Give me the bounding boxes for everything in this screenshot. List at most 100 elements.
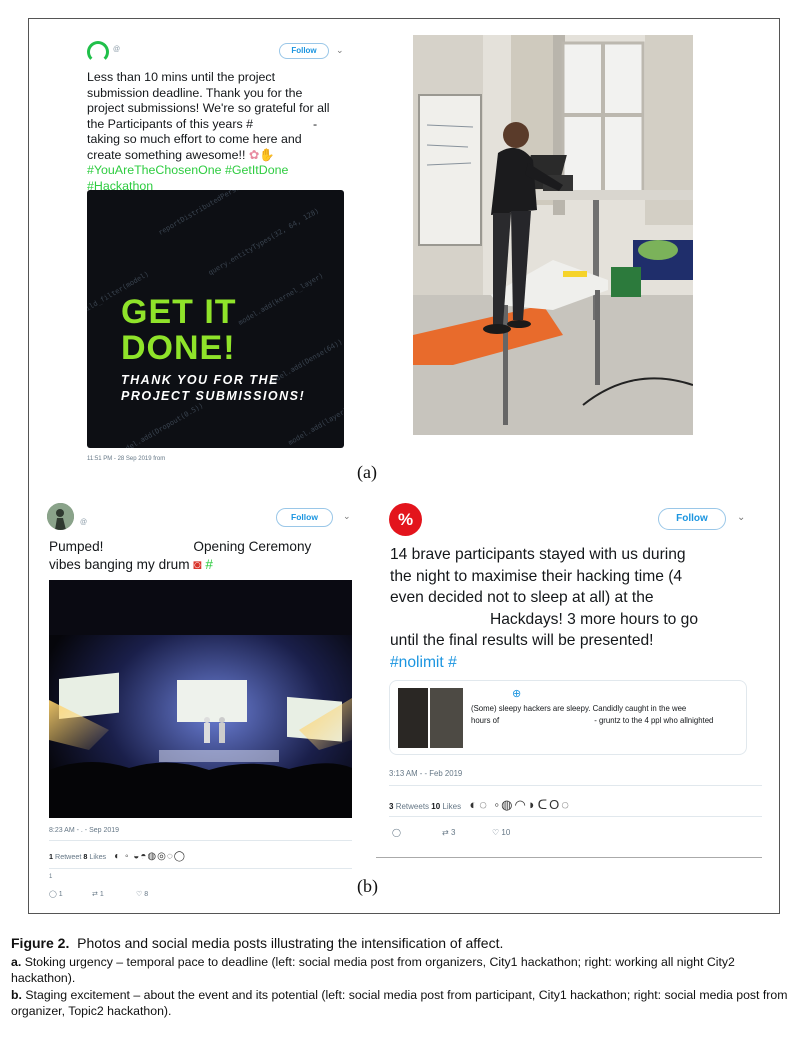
follow-button[interactable]: Follow [658, 508, 726, 530]
tweet-text-line: project submissions! We're so grateful f… [87, 101, 330, 115]
like-action[interactable]: ♡ 8 [136, 890, 148, 898]
tweet-text-line: 14 brave participants stayed with us dur… [390, 546, 686, 563]
caption-item-label: a. [11, 954, 22, 969]
tweet-text-line: Less than 10 mins until the project [87, 70, 276, 84]
image-headline: GET IT DONE! [121, 294, 237, 366]
tweet-text-line: Pumped! Opening Ceremony [49, 538, 359, 556]
avatar-image [47, 503, 74, 530]
hashtag-line[interactable]: #nolimit # [390, 652, 750, 674]
code-texture: query.entityTypes(32, 64, 128) [207, 206, 321, 277]
tweet-timestamp[interactable]: 8:23 AM - . - Sep 2019 [49, 827, 119, 834]
participant-avatar[interactable] [47, 503, 74, 530]
image-headline-line: DONE! [121, 329, 236, 367]
chevron-down-icon[interactable]: ⌄ [737, 512, 745, 523]
tweet-username[interactable]: @ [80, 519, 87, 526]
caption-item-a: a. Stoking urgency – temporal pace to de… [11, 954, 796, 987]
tweet-text-line: taking so much effort to come here and [87, 132, 302, 146]
image-subheadline-line: THANK YOU FOR THE [121, 373, 279, 387]
organizer-avatar[interactable]: % [389, 503, 422, 536]
tweet-username[interactable]: @ [113, 46, 120, 53]
reply-icon: ◯ [49, 891, 57, 898]
clap-emoji-icon: ✋ [259, 147, 275, 162]
card-text: (Some) sleepy hackers are sleepy. Candid… [471, 703, 741, 727]
liker-avatars[interactable]: ◐◌ ◦◍◠◗ᑕO◌ [469, 797, 571, 812]
retweet-icon: ⇄ [442, 828, 449, 837]
tweet-text-span: Opening Ceremony [193, 539, 312, 554]
tweet-text-line: the night to maximise their hacking time… [390, 567, 683, 585]
card-thumbnail [398, 688, 428, 748]
like-count: 10 [501, 828, 511, 837]
follow-button[interactable]: Follow [276, 508, 333, 527]
tweet-text-line: until the final results will be presente… [390, 632, 654, 649]
like-label: Likes [442, 802, 462, 811]
reply-count: 1 [58, 891, 63, 898]
tweet-text: 14 brave participants stayed with us dur… [390, 544, 750, 673]
caption-item-label: b. [11, 987, 22, 1002]
caption-title: Figure 2. Photos and social media posts … [11, 935, 796, 952]
reply-icon: ◯ [392, 828, 401, 837]
retweet-icon: ⇄ [92, 891, 98, 898]
image-subheadline: THANK YOU FOR THE PROJECT SUBMISSIONS! [121, 372, 305, 404]
hacker-working-night-photo [413, 35, 693, 435]
retweet-label: Retweets [395, 802, 430, 811]
retweet-label: Retweet [55, 852, 82, 861]
heart-icon: ♡ [492, 828, 500, 837]
retweet-action[interactable]: ⇄ 3 [442, 828, 455, 837]
tweet-text-span: Pumped! [49, 539, 104, 554]
tweet-text-line: vibes banging my drum ◙ # [49, 556, 359, 574]
chevron-down-icon[interactable]: ⌄ [336, 45, 344, 56]
like-count[interactable]: 10 [431, 802, 440, 811]
like-count[interactable]: 8 [83, 852, 87, 861]
chevron-down-icon[interactable]: ⌄ [343, 511, 351, 522]
tweet-text-line: the Participants of this years # - [87, 116, 318, 131]
card-text-line: (Some) sleepy hackers are sleepy. Candid… [471, 704, 687, 713]
tweet-text-span: vibes banging my drum [49, 557, 190, 572]
hashtag-link[interactable]: # [205, 557, 213, 572]
hashtag-line[interactable]: #YouAreTheChosenOne #GetItDone [87, 163, 357, 179]
code-texture: model.add(kernel_layer) [237, 271, 325, 327]
tweet-timestamp[interactable]: 11:51 PM - 28 Sep 2019 from [87, 456, 165, 462]
quoted-tweet-card[interactable]: ⊕ (Some) sleepy hackers are sleepy. Cand… [389, 680, 747, 755]
drum-emoji-icon: ◙ [193, 557, 202, 572]
figure-label: Figure 2. [11, 935, 70, 951]
reply-action[interactable]: ◯ [392, 828, 401, 837]
brain-emoji-icon: ✿ [245, 147, 260, 162]
tweet-text-line: Hackdays! 3 more hours to go [490, 610, 699, 628]
tweet-text-span: the Participants of this years # [87, 116, 253, 131]
tweet-text-span: create something awesome!! [87, 147, 246, 162]
like-count: 8 [144, 891, 149, 898]
tweet-text-line: create something awesome!! ✿✋ [87, 148, 357, 164]
card-text-span: hours of [471, 716, 500, 725]
figure-caption: Figure 2. Photos and social media posts … [11, 935, 796, 1020]
engagement-counts: 3 Retweets 10 Likes ◐◌ ◦◍◠◗ᑕO◌ [389, 797, 571, 813]
divider [49, 840, 352, 841]
code-texture: model.add(Dropout(0.5)) [117, 401, 205, 448]
panel-label-b: (b) [357, 876, 378, 896]
card-text-span: - gruntz to the 4 ppl who allnighted [594, 716, 714, 725]
globe-icon: ⊕ [512, 688, 522, 700]
tweet-text-line: even decided not to sleep at all) at the [390, 589, 654, 606]
follow-button[interactable]: Follow [279, 43, 329, 59]
figure-title: Photos and social media posts illustrati… [77, 935, 504, 951]
retweet-count: 3 [450, 828, 456, 837]
get-it-done-image[interactable]: reportDistributedPerson(); ourRegistry q… [87, 190, 344, 448]
code-texture: model.add(layer) [287, 406, 344, 447]
like-action[interactable]: ♡ 10 [492, 828, 510, 837]
retweet-count[interactable]: 1 [49, 852, 53, 861]
card-thumbnail [430, 688, 463, 748]
reply-action[interactable]: ◯ 1 [49, 890, 63, 898]
opening-ceremony-photo[interactable] [49, 580, 352, 818]
retweet-count[interactable]: 3 [389, 802, 393, 811]
image-headline-line: GET IT [121, 293, 237, 331]
liker-avatars[interactable]: ◐ ◦ ◒◓◍◎◌◯ [114, 851, 186, 862]
photo-illustration [413, 35, 693, 435]
caption-item-text: Stoking urgency – temporal pace to deadl… [11, 954, 735, 986]
engagement-counts: 1 Retweet 8 Likes ◐ ◦ ◒◓◍◎◌◯ [49, 851, 186, 862]
tweet-timestamp[interactable]: 3:13 AM - - Feb 2019 [389, 769, 462, 778]
tweet-text-line: submission deadline. Thank you for the [87, 85, 303, 100]
divider [376, 857, 762, 858]
tweet-text: Pumped! Opening Ceremony vibes banging my… [49, 538, 359, 574]
panel-label-a: (a) [357, 462, 377, 482]
organizer-avatar[interactable] [87, 41, 109, 63]
retweet-action[interactable]: ⇄ 1 [92, 890, 104, 898]
